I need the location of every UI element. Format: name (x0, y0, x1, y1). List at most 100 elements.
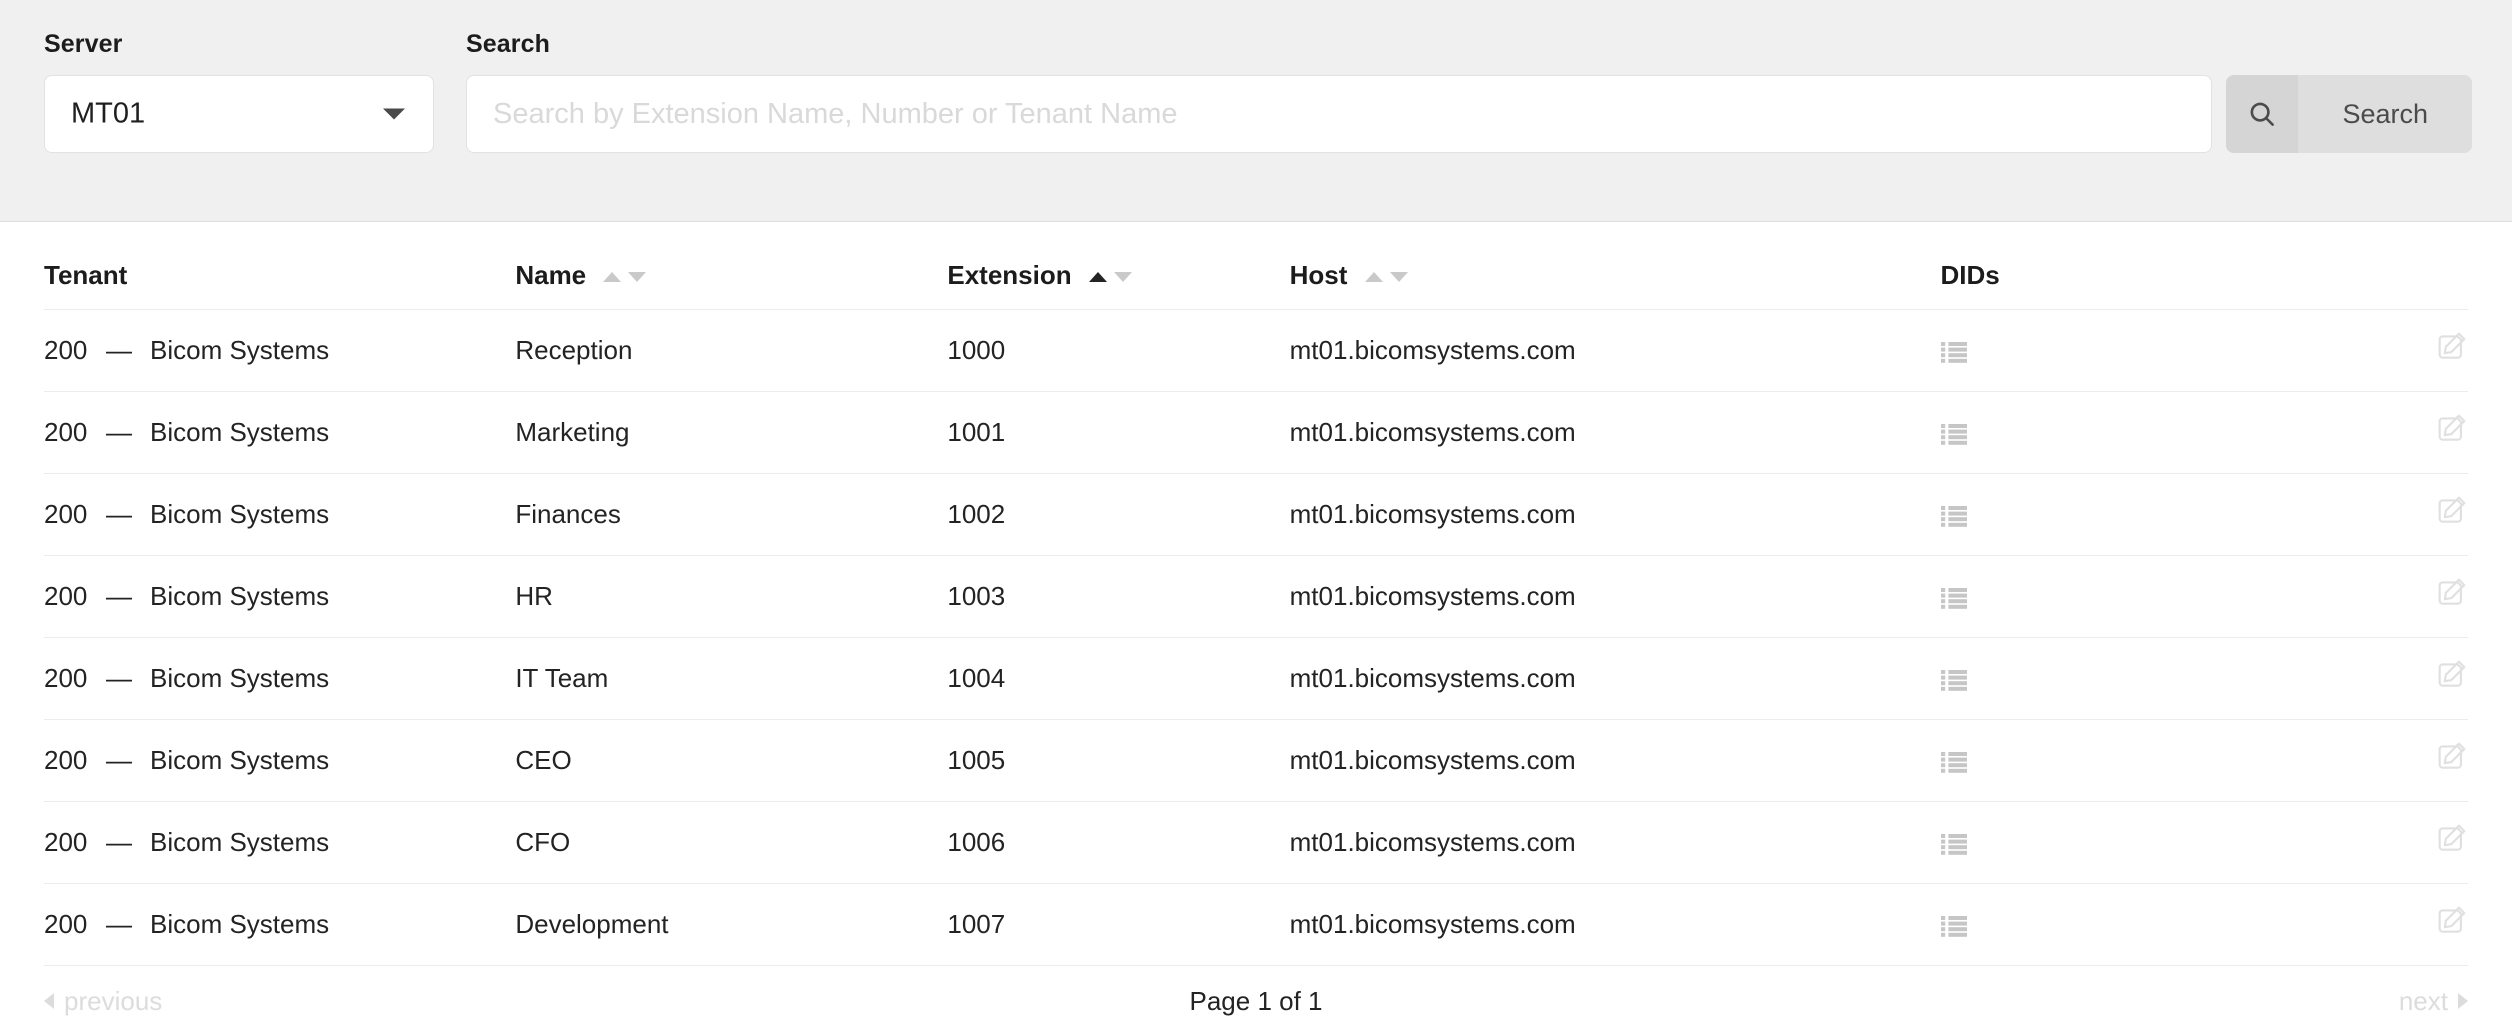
tenant-name: Bicom Systems (150, 499, 330, 529)
sort-arrows-name[interactable] (603, 258, 647, 289)
dids-list-icon[interactable] (1940, 500, 1967, 531)
cell-extension: 1000 (947, 309, 1290, 392)
edit-icon-svg (2438, 496, 2466, 523)
dids-list-icon[interactable] (1940, 336, 1967, 367)
dids-list-icon[interactable] (1940, 664, 1967, 695)
cell-name: CEO (515, 719, 948, 802)
tenant-separator: — (106, 581, 132, 611)
tenant-id: 200 (44, 745, 88, 775)
sort-desc-icon[interactable] (1389, 272, 1408, 282)
table-row[interactable]: 200 — Bicom Systems Reception 1000 mt01.bicom… (44, 309, 2468, 392)
table-row[interactable]: 200 — Bicom Systems Development 1007 mt01.bic… (44, 883, 2468, 966)
table-header-row: Tenant Name Extension Host DIDs (44, 222, 2468, 310)
column-header-extension[interactable]: Extension (947, 222, 1290, 310)
next-page-button[interactable]: next (2399, 986, 2468, 1017)
cell-tenant: 200 — Bicom Systems (44, 637, 516, 720)
sort-asc-icon[interactable] (1364, 272, 1383, 282)
tenant-separator: — (106, 499, 132, 529)
cell-host: mt01.bicomsystems.com (1289, 637, 1941, 720)
cell-name: IT Team (515, 637, 948, 720)
tenant-name: Bicom Systems (150, 663, 330, 693)
edit-icon-svg (2438, 660, 2466, 687)
column-header-name-label: Name (515, 260, 587, 290)
server-field-group: Server MT01 (44, 30, 434, 153)
search-row: Search (466, 75, 2472, 153)
cell-name: Finances (515, 473, 948, 556)
sort-desc-icon[interactable] (1113, 272, 1132, 282)
sort-asc-icon[interactable] (603, 272, 622, 282)
column-header-tenant[interactable]: Tenant (44, 222, 516, 310)
column-header-extension-label: Extension (947, 260, 1072, 290)
tenant-name: Bicom Systems (150, 827, 330, 857)
cell-tenant: 200 — Bicom Systems (44, 473, 516, 556)
cell-extension: 1007 (947, 883, 1290, 966)
edit-row-icon[interactable] (2434, 822, 2468, 863)
cell-extension: 1006 (947, 801, 1290, 884)
table-row[interactable]: 200 — Bicom Systems HR 1003 mt01.bicomsystems… (44, 555, 2468, 638)
edit-row-icon[interactable] (2434, 330, 2468, 371)
edit-icon-svg (2438, 578, 2466, 605)
search-input[interactable] (466, 75, 2213, 153)
cell-name: Marketing (515, 391, 948, 474)
table-body: 200— Bicom Systems Reception 1000 mt01.bicom… (44, 309, 2468, 966)
list-icon-svg (1940, 751, 1967, 773)
dids-list-icon[interactable] (1940, 828, 1967, 859)
sort-asc-icon[interactable] (1088, 272, 1107, 282)
edit-row-icon[interactable] (2434, 412, 2468, 453)
table-row[interactable]: 200 — Bicom Systems Finances 1002 mt01.bicoms… (44, 473, 2468, 556)
sort-arrows-extension[interactable] (1088, 258, 1132, 289)
tenant-separator: — (106, 417, 132, 447)
tenant-id: 200 (44, 335, 88, 365)
table-row[interactable]: 200 — Bicom Systems IT Team 1004 mt01.bicomsy… (44, 637, 2468, 720)
cell-actions (2265, 637, 2468, 720)
cell-extension: 1005 (947, 719, 1290, 802)
cell-extension: 1002 (947, 473, 1290, 556)
dids-list-icon[interactable] (1940, 582, 1967, 613)
server-select-value: MT01 (71, 97, 146, 130)
cell-name: CFO (515, 801, 948, 884)
dids-list-icon[interactable] (1940, 418, 1967, 449)
list-icon-svg (1940, 833, 1967, 855)
cell-dids (1940, 309, 2266, 392)
list-icon-svg (1940, 915, 1967, 937)
dids-list-icon[interactable] (1940, 746, 1967, 777)
table-row[interactable]: 200 — Bicom Systems CFO 1006 mt01.bicomsystem… (44, 801, 2468, 884)
edit-row-icon[interactable] (2434, 658, 2468, 699)
cell-host: mt01.bicomsystems.com (1289, 473, 1941, 556)
column-header-host[interactable]: Host (1289, 222, 1941, 310)
search-button[interactable]: Search (2226, 75, 2472, 153)
column-header-name[interactable]: Name (515, 222, 948, 310)
column-header-tenant-label: Tenant (44, 260, 128, 290)
cell-dids (1940, 555, 2266, 638)
next-page-label: next (2398, 985, 2448, 1016)
column-header-dids: DIDs (1940, 222, 2266, 310)
previous-page-button[interactable]: previous (44, 986, 162, 1017)
edit-row-icon[interactable] (2434, 576, 2468, 617)
edit-row-icon[interactable] (2434, 494, 2468, 535)
tenant-id: 200 (44, 663, 88, 693)
list-icon-svg (1940, 341, 1967, 363)
cell-dids (1940, 719, 2266, 802)
cell-host: mt01.bicomsystems.com (1289, 801, 1941, 884)
list-icon-svg (1940, 587, 1967, 609)
chevron-down-icon (383, 108, 405, 120)
sort-desc-icon[interactable] (628, 272, 647, 282)
tenant-id: 200 (44, 499, 88, 529)
page-info: Page 1 of 1 (1189, 985, 1323, 1016)
edit-row-icon[interactable] (2434, 740, 2468, 781)
cell-actions (2265, 309, 2468, 392)
tenant-separator: — (106, 827, 132, 857)
table-row[interactable]: 200 — Bicom Systems Marketing 1001 mt01.bicom… (44, 391, 2468, 474)
tenant-id: 200 (44, 909, 88, 939)
sort-arrows-host[interactable] (1364, 258, 1408, 289)
table-row[interactable]: 200 — Bicom Systems CEO 1005 mt01.bicomsystem… (44, 719, 2468, 802)
cell-actions (2265, 391, 2468, 474)
search-icon (2226, 75, 2299, 153)
cell-tenant: 200 — Bicom Systems (44, 801, 516, 884)
dids-list-icon[interactable] (1940, 910, 1967, 941)
cell-tenant: 200 — Bicom Systems (44, 309, 516, 392)
edit-row-icon[interactable] (2434, 904, 2468, 945)
cell-dids (1940, 883, 2266, 966)
server-select[interactable]: MT01 (44, 75, 434, 153)
cell-host: mt01.bicomsystems.com (1289, 883, 1941, 966)
